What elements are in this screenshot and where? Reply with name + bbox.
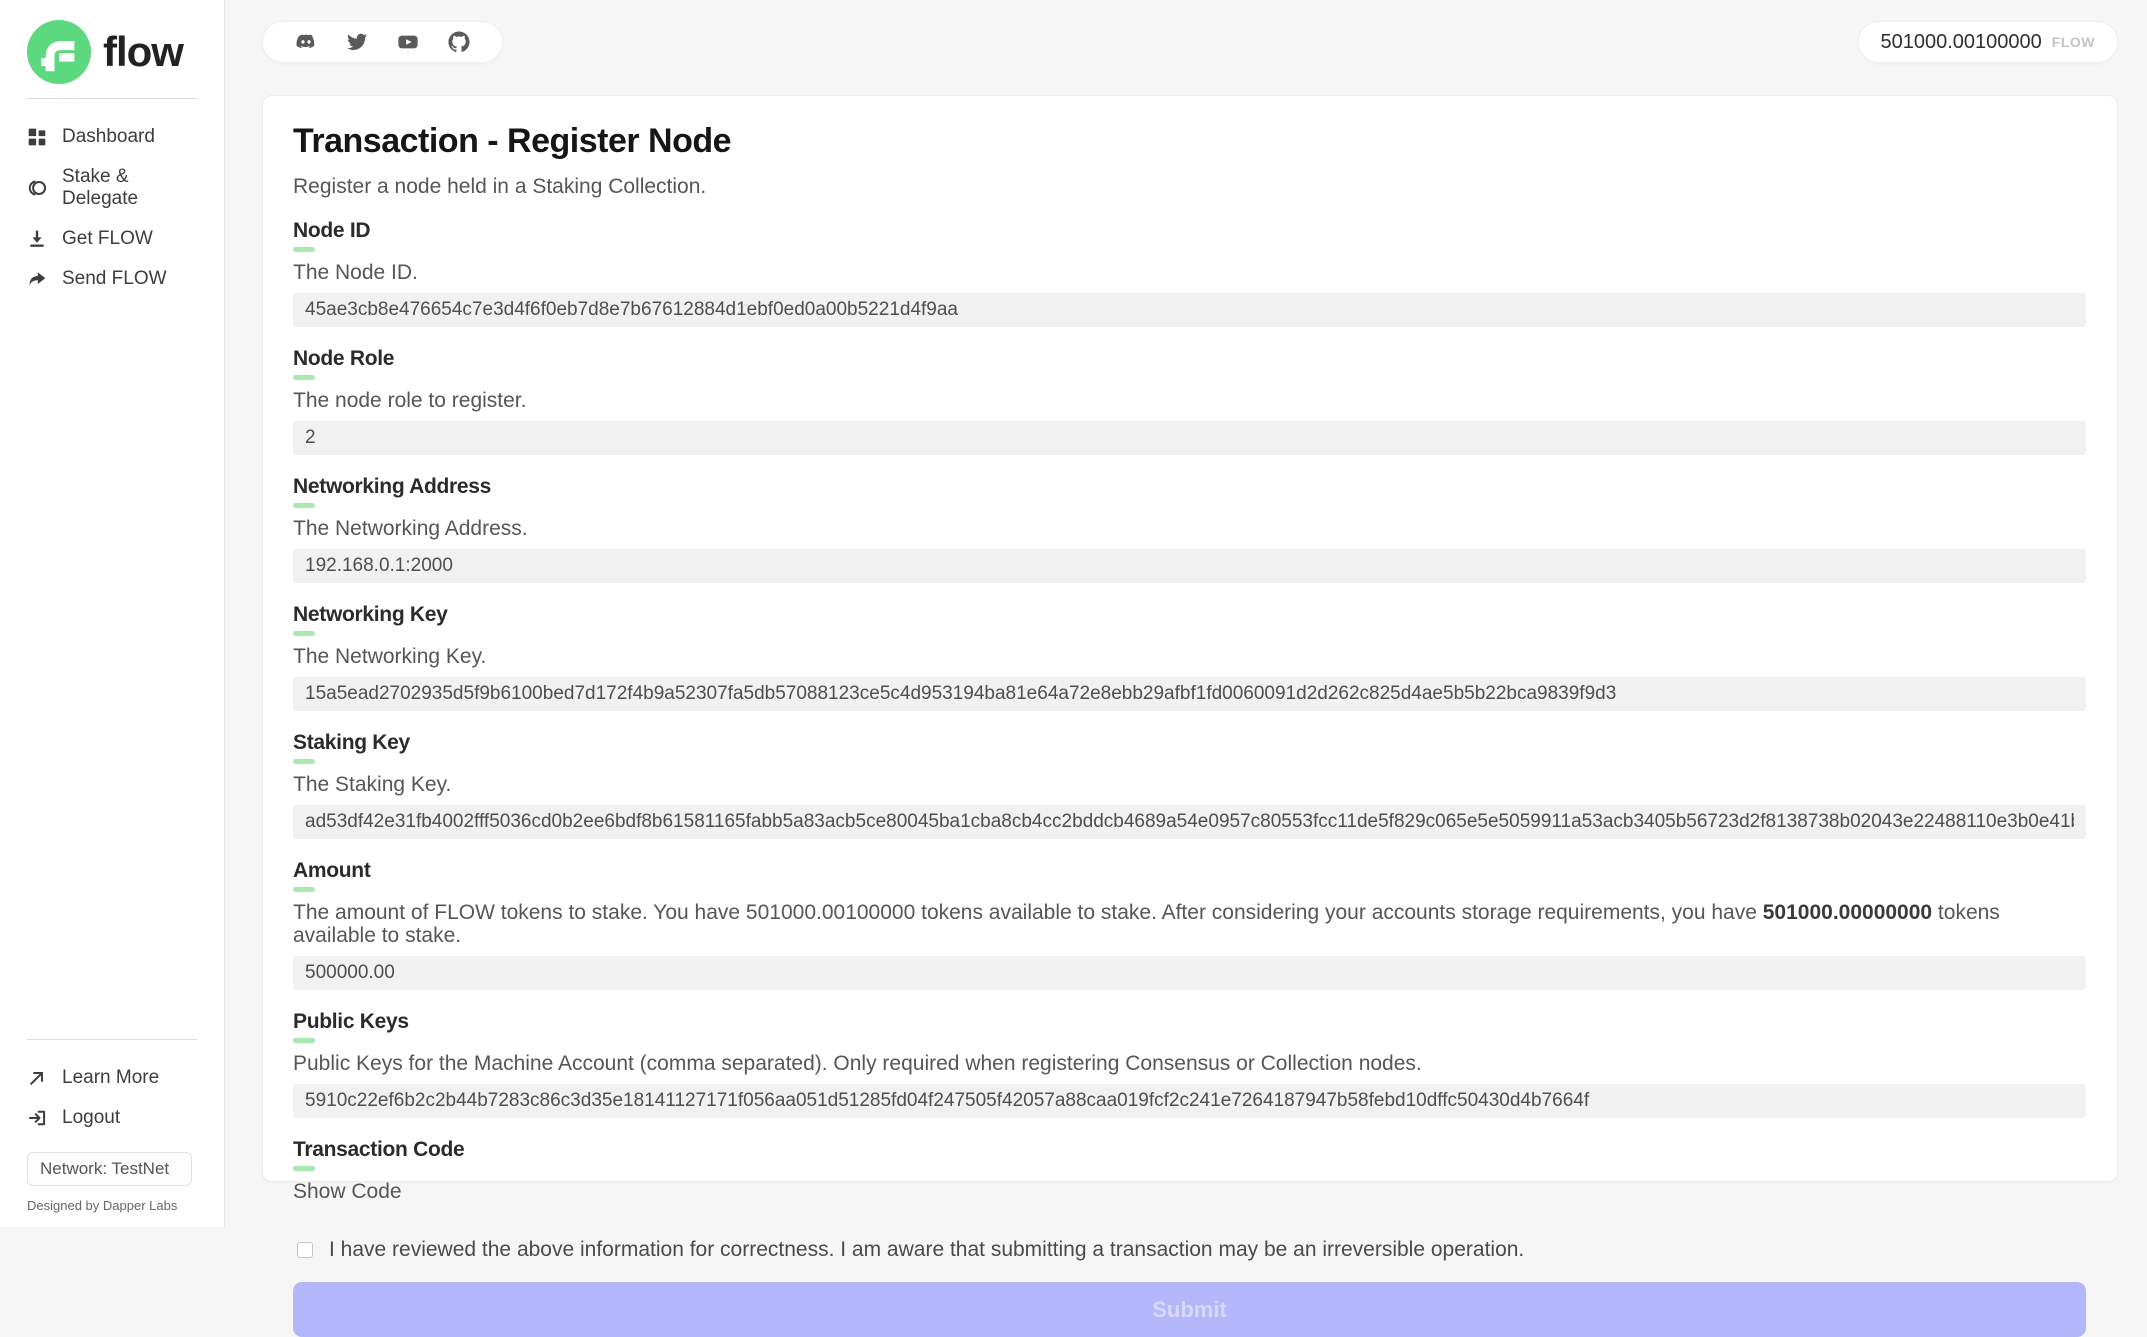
sidebar-item-send-flow[interactable]: Send FLOW xyxy=(0,259,224,299)
node-role-input[interactable] xyxy=(293,421,2086,455)
field-description: The amount of FLOW tokens to stake. You … xyxy=(293,901,2086,947)
field-label: Transaction Code xyxy=(293,1139,2086,1161)
field-label: Node Role xyxy=(293,348,2086,370)
account-balance-pill[interactable]: 501000.00100000 FLOW xyxy=(1858,21,2119,63)
network-badge: Network: TestNet xyxy=(27,1152,192,1186)
sidebar-item-label: Learn More xyxy=(62,1067,159,1089)
sidebar-item-label: Send FLOW xyxy=(62,268,167,290)
github-icon[interactable] xyxy=(448,31,470,53)
field-description: The Networking Address. xyxy=(293,517,2086,540)
field-description: The Staking Key. xyxy=(293,773,2086,796)
sidebar-item-stake-delegate[interactable]: Stake & Delegate xyxy=(0,157,224,219)
twitter-icon[interactable] xyxy=(346,31,368,53)
field-networking-address: Networking Address The Networking Addres… xyxy=(293,476,2086,583)
sidebar-nav: Dashboard Stake & Delegate Get FLOW Send… xyxy=(0,117,224,299)
field-amount: Amount The amount of FLOW tokens to stak… xyxy=(293,860,2086,990)
field-node-role: Node Role The node role to register. xyxy=(293,348,2086,455)
field-networking-key: Networking Key The Networking Key. xyxy=(293,604,2086,711)
label-underline xyxy=(293,375,315,380)
field-transaction-code: Transaction Code Show Code xyxy=(293,1139,2086,1204)
field-label: Amount xyxy=(293,860,2086,882)
balance-currency: FLOW xyxy=(2052,34,2095,50)
field-description: The Node ID. xyxy=(293,261,2086,284)
sidebar-divider-bottom xyxy=(27,1039,197,1040)
sidebar-item-label: Dashboard xyxy=(62,126,155,148)
topbar: 501000.00100000 FLOW xyxy=(262,21,2118,63)
staking-key-input[interactable] xyxy=(293,805,2086,839)
show-code-toggle[interactable]: Show Code xyxy=(293,1180,402,1204)
label-underline xyxy=(293,887,315,892)
label-underline xyxy=(293,1166,315,1171)
submit-button[interactable]: Submit xyxy=(293,1282,2086,1337)
field-staking-key: Staking Key The Staking Key. xyxy=(293,732,2086,839)
flow-logo-icon xyxy=(27,20,91,84)
label-underline xyxy=(293,631,315,636)
amount-input[interactable] xyxy=(293,956,2086,990)
field-description: Public Keys for the Machine Account (com… xyxy=(293,1052,2086,1075)
main-area: 501000.00100000 FLOW Transaction - Regis… xyxy=(225,0,2147,1227)
available-tokens-bold: 501000.00000000 xyxy=(1763,901,1932,924)
sidebar-item-label: Logout xyxy=(62,1107,120,1129)
social-links-pill xyxy=(262,21,503,63)
flow-wordmark: flow xyxy=(103,28,183,76)
sidebar-item-logout[interactable]: Logout xyxy=(0,1098,224,1138)
field-node-id: Node ID The Node ID. xyxy=(293,220,2086,327)
field-label: Node ID xyxy=(293,220,2086,242)
sidebar-item-dashboard[interactable]: Dashboard xyxy=(0,117,224,157)
credit-text: Designed by Dapper Labs xyxy=(27,1198,197,1213)
label-underline xyxy=(293,759,315,764)
field-label: Networking Address xyxy=(293,476,2086,498)
field-public-keys: Public Keys Public Keys for the Machine … xyxy=(293,1011,2086,1118)
sidebar-item-get-flow[interactable]: Get FLOW xyxy=(0,219,224,259)
sidebar-footer: Learn More Logout Network: TestNet Desig… xyxy=(0,1025,224,1213)
page-title: Transaction - Register Node xyxy=(293,122,2086,161)
balance-amount: 501000.00100000 xyxy=(1881,31,2042,54)
public-keys-input[interactable] xyxy=(293,1084,2086,1118)
transaction-card: Transaction - Register Node Register a n… xyxy=(262,95,2118,1182)
external-link-icon xyxy=(27,1068,47,1088)
label-underline xyxy=(293,1038,315,1043)
youtube-icon[interactable] xyxy=(397,31,419,53)
field-label: Public Keys xyxy=(293,1011,2086,1033)
sidebar-item-label: Get FLOW xyxy=(62,228,153,250)
discord-icon[interactable] xyxy=(295,31,317,53)
flow-logo[interactable]: flow xyxy=(0,20,224,84)
field-description: The Networking Key. xyxy=(293,645,2086,668)
sidebar-divider-top xyxy=(27,98,197,99)
networking-address-input[interactable] xyxy=(293,549,2086,583)
logout-icon xyxy=(27,1108,47,1128)
sidebar: flow Dashboard Stake & Delegate Get FLOW xyxy=(0,0,225,1227)
stake-delegate-icon xyxy=(27,178,47,198)
field-description: The node role to register. xyxy=(293,389,2086,412)
download-icon xyxy=(27,229,47,249)
sidebar-item-label: Stake & Delegate xyxy=(62,166,197,210)
send-icon xyxy=(27,269,47,289)
networking-key-input[interactable] xyxy=(293,677,2086,711)
confirmation-row: I have reviewed the above information fo… xyxy=(293,1238,2086,1262)
page-subtitle: Register a node held in a Staking Collec… xyxy=(293,175,2086,199)
node-id-input[interactable] xyxy=(293,293,2086,327)
label-underline xyxy=(293,247,315,252)
confirmation-checkbox[interactable] xyxy=(297,1242,313,1258)
field-label: Staking Key xyxy=(293,732,2086,754)
sidebar-item-learn-more[interactable]: Learn More xyxy=(0,1058,224,1098)
label-underline xyxy=(293,503,315,508)
confirmation-label: I have reviewed the above information fo… xyxy=(329,1238,1524,1262)
field-label: Networking Key xyxy=(293,604,2086,626)
dashboard-icon xyxy=(27,127,47,147)
